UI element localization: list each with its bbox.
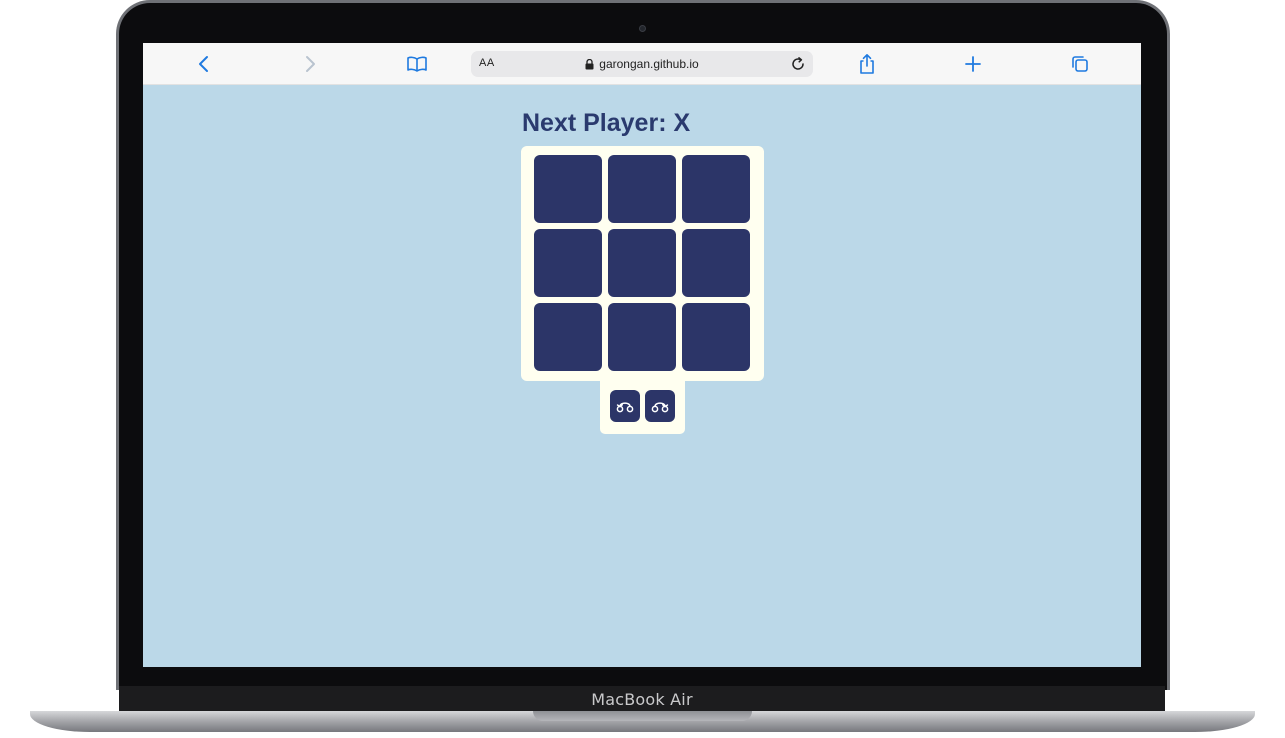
board-cell-8[interactable]	[608, 303, 676, 371]
game-status: Next Player: X	[522, 109, 691, 137]
board-cell-5[interactable]	[608, 229, 676, 297]
model-label: MacBook Air	[591, 690, 693, 709]
new-tab-button[interactable]	[961, 52, 985, 76]
laptop-chin: MacBook Air	[119, 686, 1165, 712]
reload-button[interactable]	[788, 54, 808, 74]
undo-button[interactable]	[610, 390, 640, 422]
redo-button[interactable]	[645, 390, 675, 422]
browser-window: AA garongan.github.io Next Player: X	[143, 43, 1141, 667]
board-cell-9[interactable]	[682, 303, 750, 371]
laptop-mockup: AA garongan.github.io Next Player: X Mac…	[0, 0, 1285, 738]
chevron-right-icon	[306, 56, 315, 72]
forward-button[interactable]	[298, 52, 322, 76]
board-cell-3[interactable]	[682, 155, 750, 223]
redo-icon	[651, 402, 669, 413]
lock-icon	[585, 58, 594, 69]
back-button[interactable]	[192, 52, 216, 76]
chevron-left-icon	[199, 56, 208, 72]
laptop-notch	[533, 711, 752, 721]
reload-icon	[792, 57, 804, 70]
plus-icon	[965, 56, 981, 72]
url-display: garongan.github.io	[471, 51, 813, 77]
undo-icon	[616, 402, 634, 413]
board-cell-6[interactable]	[682, 229, 750, 297]
history-controls	[600, 378, 685, 434]
game-board	[521, 146, 764, 381]
board-cell-7[interactable]	[534, 303, 602, 371]
board-cell-2[interactable]	[608, 155, 676, 223]
bookmarks-button[interactable]	[405, 52, 429, 76]
url-text: garongan.github.io	[599, 57, 699, 71]
browser-toolbar: AA garongan.github.io	[143, 43, 1141, 85]
camera-icon	[639, 25, 646, 32]
address-bar[interactable]: AA garongan.github.io	[471, 51, 813, 77]
share-icon	[860, 54, 874, 74]
tabs-icon	[1072, 56, 1088, 72]
tabs-button[interactable]	[1068, 52, 1092, 76]
board-cell-1[interactable]	[534, 155, 602, 223]
share-button[interactable]	[855, 52, 879, 76]
book-icon	[407, 56, 427, 72]
board-cell-4[interactable]	[534, 229, 602, 297]
